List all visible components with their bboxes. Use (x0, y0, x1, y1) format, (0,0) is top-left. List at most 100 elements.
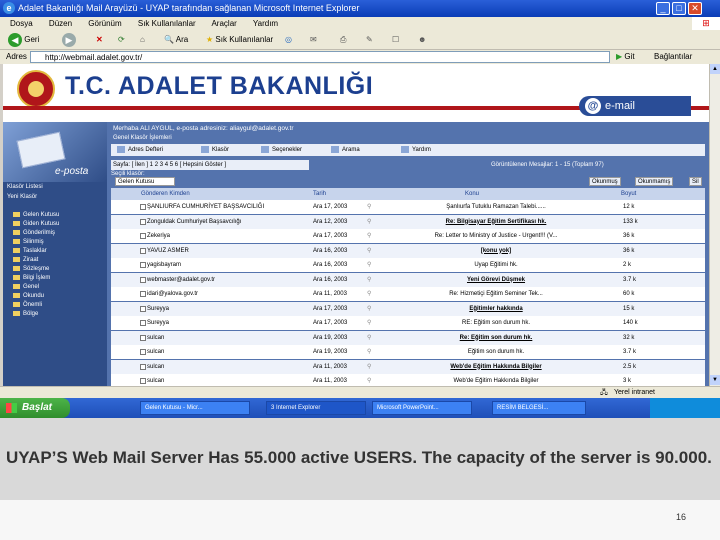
folder-item[interactable]: Sözleşme (13, 266, 49, 272)
general-folder-tasks[interactable]: Genel Klasör İşlemleri (113, 135, 172, 141)
row-from[interactable]: ŞANLIURFA CUMHURİYET BAŞSAVCILIĞI (147, 200, 307, 214)
home-icon[interactable]: ⌂ (140, 32, 145, 48)
taskbar-item[interactable]: RESİM BELGESİ... (492, 401, 586, 415)
menu-tools[interactable]: Araçlar (211, 19, 236, 28)
start-button[interactable]: Başlat (0, 398, 70, 418)
column-subject[interactable]: Konu (465, 188, 479, 200)
table-row[interactable]: sulcan Ara 11, 2003 ⚲ Web'de Eğitim Hakkınd… (111, 359, 705, 374)
menu-file[interactable]: Dosya (10, 19, 33, 28)
mark-read-button[interactable]: Okunmuş (589, 177, 621, 186)
address-input[interactable]: http://webmail.adalet.gov.tr/ (30, 51, 610, 63)
discuss-icon[interactable]: ☐ (392, 32, 399, 48)
row-from[interactable]: Zonguldak Cumhuriyet Başsavcılığı (147, 215, 307, 229)
row-from[interactable]: sulcan (147, 374, 307, 386)
table-row[interactable]: Zonguldak Cumhuriyet Başsavcılığı Ara 12,… (111, 214, 705, 229)
table-row[interactable]: YAVUZ ASMER Ara 16, 2003 ⚲ [konu yok] 36 k (111, 243, 705, 258)
table-row[interactable]: yagisbayram Ara 16, 2003 ⚲ Uyap Eğitimi hk.… (111, 258, 705, 272)
close-button[interactable]: ✕ (688, 2, 702, 15)
edit-icon[interactable]: ✎ (366, 32, 373, 48)
row-subject[interactable]: Eğitim son durum hk. (391, 345, 601, 359)
table-row[interactable]: ŞANLIURFA CUMHURİYET BAŞSAVCILIĞI Ara 17,… (111, 200, 705, 214)
folder-item[interactable]: Bilgi İşlem (13, 275, 50, 281)
folder-item[interactable]: Okundu (13, 293, 44, 299)
row-from[interactable]: YAVUZ ASMER (147, 244, 307, 258)
row-checkbox[interactable] (140, 233, 146, 239)
taskbar-item[interactable]: Gelen Kutusu - Micr... (140, 401, 250, 415)
row-from[interactable]: sulcan (147, 345, 307, 359)
new-folder-link[interactable]: Yeni Klasör (7, 194, 37, 200)
mark-unread-button[interactable]: Okunmamış (635, 177, 674, 186)
row-subject[interactable]: [konu yok] (391, 244, 601, 258)
row-from[interactable]: sulcan (147, 331, 307, 345)
messenger-icon[interactable]: ☻ (418, 32, 426, 48)
row-from[interactable]: Sureyya (147, 316, 307, 330)
row-subject[interactable]: Re: Hizmetiçi Eğitim Seminer Tek... (391, 287, 601, 301)
go-button[interactable]: ▶ Git (616, 50, 635, 64)
delete-button[interactable]: Sil (689, 177, 702, 186)
folder-item[interactable]: Önemli (13, 302, 42, 308)
folder-item[interactable]: Giden Kutusu (13, 221, 59, 227)
media-icon[interactable]: ◎ (285, 32, 292, 48)
table-row[interactable]: sulcan Ara 19, 2003 ⚲ Re: Eğitim son durum … (111, 330, 705, 345)
table-row[interactable]: Sureyya Ara 17, 2003 ⚲ Eğitimler hakkında 15… (111, 301, 705, 316)
links-label[interactable]: Bağlantılar (654, 50, 692, 64)
folder-item[interactable]: Gönderilmiş (13, 230, 55, 236)
address-book-button[interactable]: Adres Defteri (117, 144, 163, 156)
search-button[interactable]: 🔍 Ara (164, 32, 188, 48)
column-size[interactable]: Boyut (621, 188, 636, 200)
row-from[interactable]: sulcan (147, 360, 307, 374)
favorites-button[interactable]: ★ Sık Kullanılanlar (206, 32, 273, 48)
taskbar-item[interactable]: Microsoft PowerPoint... (372, 401, 472, 415)
row-checkbox[interactable] (140, 247, 146, 254)
row-from[interactable]: webmaster@adalet.gov.tr (147, 273, 307, 287)
folder-button[interactable]: Klasör (201, 144, 229, 156)
mail-icon[interactable]: ✉ (310, 32, 317, 48)
folder-item[interactable]: Genel (13, 284, 39, 290)
row-from[interactable]: Zekeriya (147, 229, 307, 243)
row-checkbox[interactable] (140, 334, 146, 341)
folder-item[interactable]: Taslaklar (13, 248, 47, 254)
table-row[interactable]: sulcan Ara 11, 2003 ⚲ Web'de Eğitim Hakkınd… (111, 374, 705, 386)
pager[interactable]: Sayfa: [ İlen ] 1 2 3 4 5 6 [ Hepsini Gö… (111, 160, 309, 170)
row-subject[interactable]: Şanlıurfa Tutuklu Ramazan Talebi...... (391, 200, 601, 214)
row-checkbox[interactable] (140, 305, 146, 312)
row-subject[interactable]: Yeni Görevi Düşmek (391, 273, 601, 287)
table-row[interactable]: webmaster@adalet.gov.tr Ara 16, 2003 ⚲ Yeni… (111, 272, 705, 287)
row-from[interactable]: Sureyya (147, 302, 307, 316)
row-checkbox[interactable] (140, 363, 146, 370)
menu-edit[interactable]: Düzen (49, 19, 72, 28)
options-button[interactable]: Seçenekler (261, 144, 302, 156)
print-icon[interactable]: ⎙ (340, 32, 346, 48)
help-button[interactable]: Yardım (401, 144, 431, 156)
menu-view[interactable]: Görünüm (88, 19, 121, 28)
row-subject[interactable]: Uyap Eğitimi hk. (391, 258, 601, 272)
menu-favorites[interactable]: Sık Kullanılanlar (138, 19, 196, 28)
stop-icon[interactable]: ✕ (96, 32, 103, 48)
table-row[interactable]: Zekeriya Ara 17, 2003 ⚲ Re: Letter to Minis… (111, 229, 705, 243)
row-checkbox[interactable] (140, 262, 146, 268)
scroll-down-icon[interactable]: ▼ (710, 375, 720, 385)
refresh-icon[interactable]: ⟳ (118, 32, 125, 48)
search-mail-button[interactable]: Arama (331, 144, 360, 156)
row-checkbox[interactable] (140, 276, 146, 283)
vertical-scrollbar[interactable]: ▲ ▼ (709, 64, 720, 386)
row-subject[interactable]: Re: Eğitim son durum hk. (391, 331, 601, 345)
row-checkbox[interactable] (140, 378, 146, 384)
row-subject[interactable]: Web'de Eğitim Hakkında Bilgiler (391, 360, 601, 374)
folder-item[interactable]: Silinmiş (13, 239, 44, 245)
row-from[interactable]: idari@yalova.gov.tr (147, 287, 307, 301)
folder-item[interactable]: Ziraat (13, 257, 38, 263)
row-subject[interactable]: Web'de Eğitim Hakkında Bilgiler (391, 374, 601, 386)
row-subject[interactable]: Re: Bilgisayar Eğitim Sertifikası hk. (391, 215, 601, 229)
folder-item[interactable]: Gelen Kutusu (13, 212, 59, 218)
maximize-button[interactable]: □ (672, 2, 686, 15)
table-row[interactable]: sulcan Ara 19, 2003 ⚲ Eğitim son durum hk. 3… (111, 345, 705, 359)
row-checkbox[interactable] (140, 204, 146, 210)
column-date[interactable]: Tarih (313, 188, 326, 200)
row-checkbox[interactable] (140, 218, 146, 225)
back-button[interactable]: ◀ Geri (8, 32, 39, 48)
folder-list-header[interactable]: Klasör Listesi (7, 184, 43, 190)
row-checkbox[interactable] (140, 349, 146, 355)
forward-button[interactable]: ▶ (62, 32, 76, 48)
minimize-button[interactable]: _ (656, 2, 670, 15)
